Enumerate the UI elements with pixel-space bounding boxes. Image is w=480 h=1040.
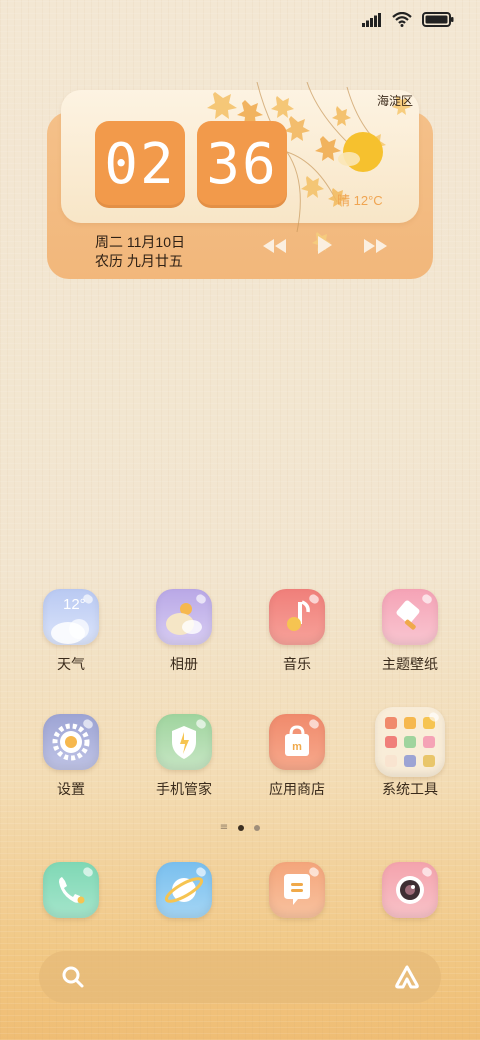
clock-weather-widget[interactable]: 海淀区 02 36 晴 12°C 周二 11月10日 农历 九月廿五 xyxy=(47,82,433,279)
app-weather[interactable]: 12° 天气 xyxy=(21,589,121,674)
app-label: 天气 xyxy=(57,656,85,672)
app-label: 主题壁纸 xyxy=(382,656,438,672)
store-icon: m xyxy=(269,714,325,770)
page-indicator[interactable]: ≡ xyxy=(0,822,480,833)
dock-camera[interactable] xyxy=(360,862,460,918)
search-icon[interactable] xyxy=(61,965,85,989)
dock-messages[interactable] xyxy=(247,862,347,918)
messages-icon xyxy=(269,862,325,918)
phone-icon xyxy=(43,862,99,918)
app-themes[interactable]: 主题壁纸 xyxy=(360,589,460,674)
weather-temp-badge: 12° xyxy=(63,596,86,613)
assistant-icon[interactable] xyxy=(394,965,420,989)
app-label: 应用商店 xyxy=(269,781,325,797)
weather-text: 晴 12°C xyxy=(337,193,383,208)
settings-icon xyxy=(43,714,99,770)
app-label: 设置 xyxy=(57,781,85,797)
browser-icon xyxy=(156,862,212,918)
page-dot xyxy=(254,825,261,831)
dock-browser[interactable] xyxy=(134,862,234,918)
app-label: 系统工具 xyxy=(382,781,438,797)
wifi-icon xyxy=(392,12,412,27)
next-icon[interactable] xyxy=(363,238,387,257)
menu-lines-icon: ≡ xyxy=(219,822,229,833)
play-icon[interactable] xyxy=(317,236,333,258)
gallery-icon xyxy=(156,589,212,645)
page-dot-active xyxy=(238,825,245,831)
music-controls xyxy=(263,236,387,258)
security-icon xyxy=(156,714,212,770)
date-display: 周二 11月10日 农历 九月廿五 xyxy=(95,233,185,271)
folder-icon xyxy=(375,707,445,777)
date-line-lunar: 农历 九月廿五 xyxy=(95,253,183,269)
district-label: 海淀区 xyxy=(376,94,413,108)
weather-icon: 12° xyxy=(43,589,99,645)
sunny-weather-icon xyxy=(338,132,383,172)
app-settings[interactable]: 设置 xyxy=(21,714,121,799)
app-label: 相册 xyxy=(170,656,198,672)
previous-icon[interactable] xyxy=(263,238,287,257)
app-label: 音乐 xyxy=(283,656,311,672)
app-music[interactable]: 音乐 xyxy=(247,589,347,674)
theme-icon xyxy=(382,589,438,645)
app-security[interactable]: 手机管家 xyxy=(134,714,234,799)
dock-phone[interactable] xyxy=(21,862,121,918)
minute-display: 36 xyxy=(197,121,287,208)
date-line-solar: 周二 11月10日 xyxy=(95,234,185,250)
app-folder-system-tools[interactable]: 系统工具 xyxy=(360,707,460,799)
camera-icon xyxy=(382,862,438,918)
hour-display: 02 xyxy=(95,121,185,208)
svg-text:m: m xyxy=(292,741,302,753)
signal-icon xyxy=(362,12,381,27)
app-label: 手机管家 xyxy=(156,781,212,797)
status-bar xyxy=(362,12,454,27)
music-icon xyxy=(269,589,325,645)
search-bar[interactable] xyxy=(39,951,441,1003)
battery-icon xyxy=(422,12,454,27)
app-gallery[interactable]: 相册 xyxy=(134,589,234,674)
app-store[interactable]: m 应用商店 xyxy=(247,714,347,799)
